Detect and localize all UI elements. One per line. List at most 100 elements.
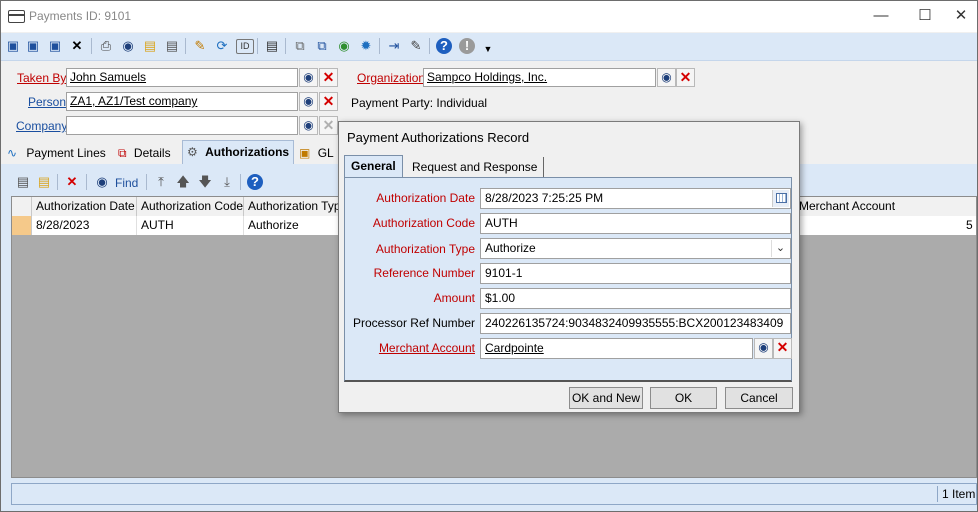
minimize-button[interactable]: — — [861, 5, 901, 27]
company-clear-icon[interactable]: ✕ — [319, 116, 338, 135]
dialog-title: Payment Authorizations Record — [347, 130, 530, 145]
authorization-code-field[interactable]: AUTH — [480, 213, 791, 234]
globe-icon[interactable]: ◉ — [336, 38, 352, 54]
merchant-account-clear-icon[interactable]: ✕ — [773, 338, 792, 359]
toolbar-separator — [240, 174, 241, 190]
tab-general[interactable]: General — [344, 155, 403, 178]
processor-ref-number-field[interactable]: 240226135724:9034832409935555:BCX2001234… — [480, 313, 791, 334]
info-icon[interactable]: ! — [459, 38, 475, 54]
payment-authorizations-dialog: Payment Authorizations Record General Re… — [338, 121, 800, 413]
taken-by-clear-icon[interactable]: ✕ — [319, 68, 338, 87]
toolbar-separator — [257, 38, 258, 54]
help-icon[interactable]: ? — [436, 38, 452, 54]
tab-payment-lines[interactable]: ∿ Payment Lines — [7, 143, 106, 164]
cell-authorization-type: Authorize — [244, 216, 344, 235]
authorization-type-select[interactable]: Authorize ⌄ — [480, 238, 791, 259]
dialog-tabs: General Request and Response — [343, 155, 795, 178]
link-icon[interactable]: ▤ — [264, 38, 280, 54]
print-icon[interactable]: ⎙ — [98, 38, 114, 54]
authorization-date-field[interactable]: 8/28/2023 7:25:25 PM — [480, 188, 791, 209]
help-icon[interactable]: ? — [247, 174, 263, 190]
processor-ref-number-label: Processor Ref Number — [352, 316, 475, 330]
app-icon — [8, 10, 25, 23]
taken-by-field[interactable]: John Samuels — [66, 68, 298, 87]
label-icon[interactable]: ✎ — [408, 38, 424, 54]
toolbar-overflow-icon[interactable]: ▼ — [480, 41, 496, 57]
person-find-icon[interactable]: ◉ — [299, 92, 318, 111]
apply-icon[interactable]: ⧉ — [314, 38, 330, 54]
payment-party-text: Payment Party: Individual — [351, 96, 488, 110]
move-up-icon[interactable]: 🡅 — [175, 174, 191, 190]
notes-icon[interactable]: ▤ — [164, 38, 180, 54]
id-icon[interactable]: ID — [236, 39, 254, 54]
toolbar-separator — [285, 38, 286, 54]
delete-icon[interactable]: ✕ — [64, 174, 80, 190]
save-close-icon[interactable]: ▣ — [25, 38, 41, 54]
ok-and-new-button[interactable]: OK and New — [569, 387, 643, 409]
authorization-code-label: Authorization Code — [372, 216, 475, 230]
save-icon[interactable]: ▣ — [5, 38, 21, 54]
status-bar: 1 Item — [11, 483, 977, 505]
person-clear-icon[interactable]: ✕ — [319, 92, 338, 111]
reference-number-label: Reference Number — [373, 266, 475, 280]
organization-label[interactable]: Organization — [357, 71, 425, 85]
open-folder-icon[interactable]: ▤ — [142, 38, 158, 54]
column-header[interactable]: Authorization Type — [244, 197, 344, 216]
amount-label: Amount — [433, 291, 475, 305]
tab-label: Authorizations — [205, 145, 290, 159]
person-label[interactable]: Person — [28, 95, 66, 109]
tab-authorizations[interactable]: ⚙ Authorizations — [182, 140, 294, 164]
calendar-icon[interactable] — [772, 190, 789, 207]
company-field[interactable] — [66, 116, 298, 135]
spinner-icon[interactable]: ✹ — [358, 38, 374, 54]
title-bar: Payments ID: 9101 — ☐ ✕ — [1, 1, 977, 32]
line-chart-icon: ∿ — [7, 146, 18, 160]
authorization-date-label: Authorization Date — [376, 191, 475, 205]
company-label[interactable]: Company — [16, 119, 67, 133]
maximize-button[interactable]: ☐ — [905, 5, 945, 27]
open-folder-icon[interactable]: ▤ — [36, 174, 52, 190]
delete-icon[interactable]: ✕ — [69, 38, 85, 54]
save-new-icon[interactable]: ▣ — [47, 38, 63, 54]
close-window-button[interactable]: ✕ — [941, 5, 977, 27]
move-top-icon[interactable]: ⤒ — [153, 174, 169, 190]
gear-icon: ⚙ — [187, 145, 198, 159]
reference-number-field[interactable]: 9101-1 — [480, 263, 791, 284]
column-header[interactable]: Authorization Code — [137, 197, 244, 216]
cell-truncated: 5 — [966, 218, 973, 232]
tab-gl[interactable]: ▣ GL — [299, 143, 334, 164]
row-selector[interactable] — [12, 216, 32, 235]
refresh-icon[interactable]: ⟳ — [214, 38, 230, 54]
authorization-type-value: Authorize — [485, 241, 536, 255]
taken-by-label[interactable]: Taken By — [17, 71, 66, 85]
merchant-account-label[interactable]: Merchant Account — [379, 341, 475, 355]
column-header[interactable]: Authorization Date — [32, 197, 137, 216]
find-icon[interactable]: ◉ — [120, 38, 136, 54]
tab-details[interactable]: ⧉ Details — [118, 143, 171, 164]
move-bottom-icon[interactable]: ⤓ — [219, 174, 235, 190]
move-down-icon[interactable]: 🡇 — [197, 174, 213, 190]
chevron-down-icon[interactable]: ⌄ — [771, 240, 789, 257]
company-find-icon[interactable]: ◉ — [299, 116, 318, 135]
ok-button[interactable]: OK — [650, 387, 717, 409]
item-count: 1 Item — [937, 486, 976, 502]
tab-request-and-response[interactable]: Request and Response — [406, 157, 545, 177]
find-button[interactable]: Find — [115, 176, 138, 190]
taken-by-find-icon[interactable]: ◉ — [299, 68, 318, 87]
cancel-button[interactable]: Cancel — [725, 387, 793, 409]
organization-field[interactable]: Sampco Holdings, Inc. — [423, 68, 656, 87]
merchant-account-field[interactable]: Cardpointe — [480, 338, 753, 359]
find-icon[interactable]: ◉ — [94, 174, 110, 190]
authorization-date-value: 8/28/2023 7:25:25 PM — [485, 191, 604, 205]
organization-find-icon[interactable]: ◉ — [657, 68, 676, 87]
import-icon[interactable]: ⇥ — [386, 38, 402, 54]
edit-icon[interactable]: ✎ — [192, 38, 208, 54]
column-header[interactable]: Merchant Account — [795, 197, 976, 216]
amount-field[interactable]: $1.00 — [480, 288, 791, 309]
copy-icon[interactable]: ⧉ — [292, 38, 308, 54]
cell-authorization-code: AUTH — [137, 216, 244, 235]
merchant-account-find-icon[interactable]: ◉ — [754, 338, 773, 359]
organization-clear-icon[interactable]: ✕ — [676, 68, 695, 87]
person-field[interactable]: ZA1, AZ1/Test company — [66, 92, 298, 111]
new-document-icon[interactable]: ▤ — [15, 174, 31, 190]
